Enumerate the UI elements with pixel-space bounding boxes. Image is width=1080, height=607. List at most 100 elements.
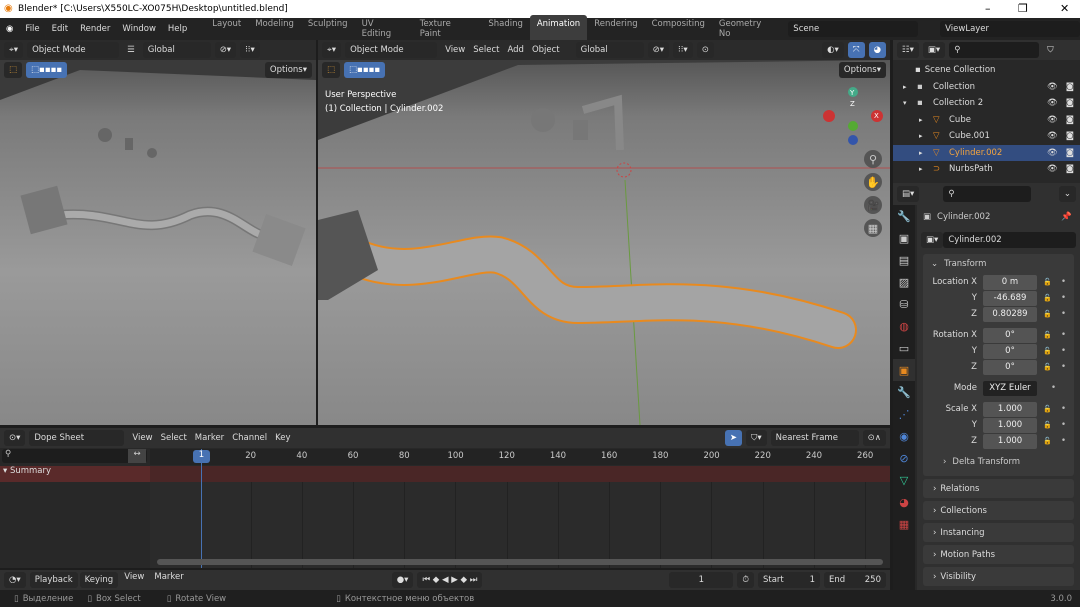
camera-icon[interactable]: ◙ [1066, 148, 1074, 158]
tab-object-icon[interactable]: ▣ [893, 359, 915, 381]
lock-icon[interactable]: 🔓 [1043, 405, 1053, 413]
location-x-field[interactable]: 0 m [983, 274, 1037, 290]
section-motion-paths[interactable]: › Motion Paths [923, 545, 1074, 564]
end-frame-field[interactable]: End 250 [824, 572, 886, 588]
viewport-menu-object[interactable]: Object [528, 45, 564, 55]
keyframe-dot[interactable]: • [1051, 383, 1056, 393]
horizontal-scrollbar[interactable] [157, 559, 883, 565]
editor-type-button[interactable]: ▤▾ [897, 186, 920, 202]
axis-z-label[interactable]: Z [850, 100, 855, 108]
only-selected-icon[interactable]: ➤ [724, 430, 742, 446]
tab-world-icon[interactable]: ◍ [893, 315, 915, 337]
select-box-icon[interactable]: ⬚▪▪▪▪ [26, 62, 68, 78]
lock-icon[interactable]: 🔓 [1043, 294, 1053, 302]
expand-icon[interactable]: ▸ [919, 165, 933, 173]
expand-icon[interactable]: ▾ [903, 99, 917, 107]
rotation-x-field[interactable]: 0° [983, 327, 1037, 343]
location-z-field[interactable]: 0.80289 [983, 306, 1037, 322]
camera-icon[interactable]: ◙ [1066, 131, 1074, 141]
snap-dropdown[interactable]: Nearest Frame [770, 430, 859, 446]
expand-icon[interactable]: ▸ [919, 132, 933, 140]
rotation-z-field[interactable]: 0° [983, 359, 1037, 375]
section-collections[interactable]: › Collections [923, 501, 1074, 520]
camera-icon[interactable]: ◙ [1066, 82, 1074, 92]
eye-icon[interactable]: 👁 [1047, 98, 1058, 108]
proportional-edit-icon[interactable]: ⊙ [696, 42, 714, 58]
timeline-menu-marker[interactable]: Marker [150, 572, 187, 588]
mode-dropdown[interactable]: Object Mode [345, 42, 438, 58]
object-name-field[interactable]: Cylinder.002 [943, 232, 1076, 248]
tab-layout[interactable]: Layout [205, 15, 248, 43]
keyframe-dot[interactable]: • [1061, 362, 1066, 372]
main-viewport[interactable]: ⌖▾ Object Mode View Select Add Object Globa… [318, 40, 890, 425]
playhead[interactable] [201, 449, 202, 568]
editor-type-button[interactable]: ☷▾ [897, 42, 919, 58]
tab-shading[interactable]: Shading [481, 15, 530, 43]
keyframe-dot[interactable]: • [1061, 404, 1066, 414]
dropdown-icon[interactable]: ⌄ [1058, 186, 1076, 202]
zoom-icon[interactable]: ⚲ [864, 150, 882, 168]
camera-icon[interactable]: ◙ [1066, 164, 1074, 174]
stopwatch-icon[interactable]: ⏱ [737, 572, 754, 588]
menu-file[interactable]: File [19, 24, 45, 34]
scale-y-field[interactable]: 1.000 [983, 417, 1037, 433]
playback-controls[interactable]: ⏮ ◆ ◀ ▶ ◆ ⏭ [417, 572, 483, 588]
editor-type-button[interactable]: ⊙▾ [4, 430, 26, 446]
menu-edit[interactable]: Edit [46, 24, 74, 34]
outliner-item[interactable]: ▸ ▽ Cylinder.002 👁 ◙ [893, 144, 1080, 161]
gizmo-icon[interactable]: ⤧ [847, 42, 865, 58]
dopesheet-menu-key[interactable]: Key [271, 433, 294, 443]
tab-rendering[interactable]: Rendering [587, 15, 644, 43]
lock-icon[interactable]: 🔓 [1043, 421, 1053, 429]
transform-header[interactable]: ⌄ Transform [923, 254, 1074, 274]
tab-sculpting[interactable]: Sculpting [301, 15, 355, 43]
lock-icon[interactable]: 🔓 [1043, 310, 1053, 318]
eye-icon[interactable]: 👁 [1047, 115, 1058, 125]
section-visibility[interactable]: › Visibility [923, 567, 1074, 586]
overlay-icon[interactable]: ◕ [868, 42, 886, 58]
snap-icon[interactable]: ⁝⁝▾ [240, 42, 260, 58]
keyframe-dot[interactable]: • [1061, 420, 1066, 430]
outliner-item[interactable]: ▸ ▽ Cube.001 👁 ◙ [893, 128, 1080, 145]
filter-icon[interactable]: ⛉▾ [746, 430, 767, 446]
dopesheet-menu-view[interactable]: View [128, 433, 156, 443]
tab-compositing[interactable]: Compositing [645, 15, 712, 43]
channel-search-input[interactable]: ⚲ [2, 449, 147, 463]
dopesheet-mode-dropdown[interactable]: Dope Sheet [29, 430, 125, 446]
pivot-icon[interactable]: ⊘▾ [214, 42, 237, 58]
eye-icon[interactable]: 👁 [1047, 82, 1058, 92]
close-button[interactable]: ✕ [1060, 2, 1069, 15]
lock-icon[interactable]: 🔓 [1043, 278, 1053, 286]
tab-uv-editing[interactable]: UV Editing [355, 15, 413, 43]
rotation-y-field[interactable]: 0° [983, 343, 1037, 359]
snap-icon[interactable]: ⁝⁝▾ [673, 42, 693, 58]
tab-modeling[interactable]: Modeling [248, 15, 301, 43]
tab-data-icon[interactable]: ▽ [893, 469, 915, 491]
rotation-mode-dropdown[interactable]: XYZ Euler [983, 380, 1037, 396]
tab-output-icon[interactable]: ▤ [893, 249, 915, 271]
expand-icon[interactable]: ▸ [903, 83, 917, 91]
minimize-button[interactable]: – [985, 2, 991, 15]
blender-menu-icon[interactable]: ◉ [0, 24, 19, 34]
keyframe-dot[interactable]: • [1061, 277, 1066, 287]
scene-selector[interactable]: Scene [788, 21, 919, 37]
swap-icon[interactable]: ↔ [128, 449, 146, 463]
start-frame-field[interactable]: Start 1 [758, 572, 820, 588]
outliner-item[interactable]: ▸ ▽ Cube 👁 ◙ [893, 112, 1080, 129]
menu-help[interactable]: Help [162, 24, 193, 34]
tab-material-icon[interactable]: ◕ [893, 491, 915, 513]
axis-x-label[interactable]: X [874, 112, 879, 120]
options-button[interactable]: Options ▾ [838, 62, 886, 78]
tab-animation[interactable]: Animation [529, 15, 588, 43]
tab-texture-paint[interactable]: Texture Paint [413, 15, 482, 43]
keyframe-dot[interactable]: • [1061, 330, 1066, 340]
keyframe-dot[interactable]: • [1061, 346, 1066, 356]
tab-constraints-icon[interactable]: ⊘ [893, 447, 915, 469]
viewport-menu-view[interactable]: View [441, 45, 469, 55]
eye-icon[interactable]: 👁 [1047, 131, 1058, 141]
tab-particles-icon[interactable]: ⋰ [893, 403, 915, 425]
frame-ruler[interactable]: 20 40 60 80 100 120 140 160 180 200 220 240 260 [150, 449, 890, 465]
options-button[interactable]: Options ▾ [264, 62, 312, 78]
lock-icon[interactable]: 🔓 [1043, 437, 1053, 445]
scale-x-field[interactable]: 1.000 [983, 401, 1037, 417]
